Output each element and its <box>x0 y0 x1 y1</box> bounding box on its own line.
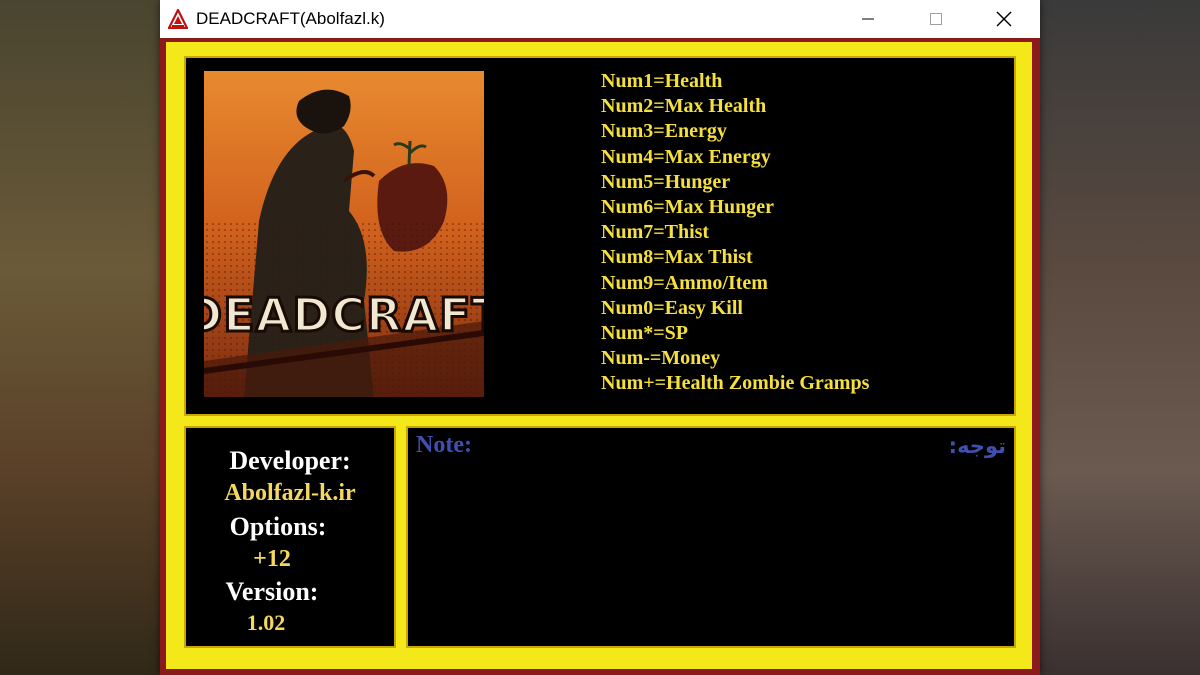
hotkey-item: Num4=Max Energy <box>601 145 771 168</box>
close-button[interactable] <box>970 0 1038 38</box>
hotkey-item: Num9=Ammo/Item <box>601 271 768 294</box>
hotkey-item: Num8=Max Thist <box>601 246 753 269</box>
hotkey-item: Num2=Max Health <box>601 95 767 118</box>
developer-label: Developer: <box>229 446 351 475</box>
close-icon <box>996 11 1012 27</box>
options-label: Options: <box>229 512 327 541</box>
version-value: 1.02 <box>246 610 286 635</box>
version-label: Version: <box>225 577 319 606</box>
yellow-frame: DEADCRAFT Num1=Health Num2=Max Health Nu… <box>166 42 1032 669</box>
developer-value: Abolfazl-k.ir <box>224 480 356 506</box>
hotkey-item: Num0=Easy Kill <box>601 296 743 319</box>
hotkey-item: Num6=Max Hunger <box>601 196 775 219</box>
hotkey-item: Num*=SP <box>601 322 688 345</box>
hotkey-item: Num1=Health <box>601 70 723 92</box>
hotkey-item: Num5=Hunger <box>601 170 731 193</box>
note-panel: Note: توجه: <box>406 426 1016 648</box>
window-title: DEADCRAFT(Abolfazl.k) <box>196 9 385 28</box>
background-left <box>0 0 160 675</box>
app-logo-icon <box>167 7 189 30</box>
maximize-icon <box>930 13 942 25</box>
maximize-button[interactable] <box>902 0 970 38</box>
title-bar[interactable]: DEADCRAFT(Abolfazl.k) <box>160 0 1040 38</box>
game-cover-image: DEADCRAFT <box>204 71 484 397</box>
background-right <box>1040 0 1200 675</box>
info-panel: Developer: Abolfazl-k.ir Options: +12 Ve… <box>184 426 396 648</box>
options-value: +12 <box>253 546 291 572</box>
note-label-persian: توجه: <box>948 434 1006 458</box>
hotkey-list: Num1=Health Num2=Max Health Num3=Energy … <box>601 69 869 397</box>
trainer-client-area: DEADCRAFT Num1=Health Num2=Max Health Nu… <box>160 38 1040 675</box>
hotkey-item: Num-=Money <box>601 347 721 370</box>
minimize-button[interactable] <box>834 0 902 38</box>
hotkeys-panel: DEADCRAFT Num1=Health Num2=Max Health Nu… <box>184 56 1016 416</box>
hotkey-item: Num3=Energy <box>601 120 727 143</box>
cover-logo-text: DEADCRAFT <box>204 288 484 342</box>
hotkey-item: Num7=Thist <box>601 221 710 244</box>
trainer-window: DEADCRAFT(Abolfazl.k) EADCRAF Num1=Healt… <box>160 0 1040 675</box>
note-label: Note: <box>416 432 472 458</box>
minimize-icon <box>862 18 874 20</box>
hotkey-item: Num+=Health Zombie Gramps <box>601 372 870 395</box>
